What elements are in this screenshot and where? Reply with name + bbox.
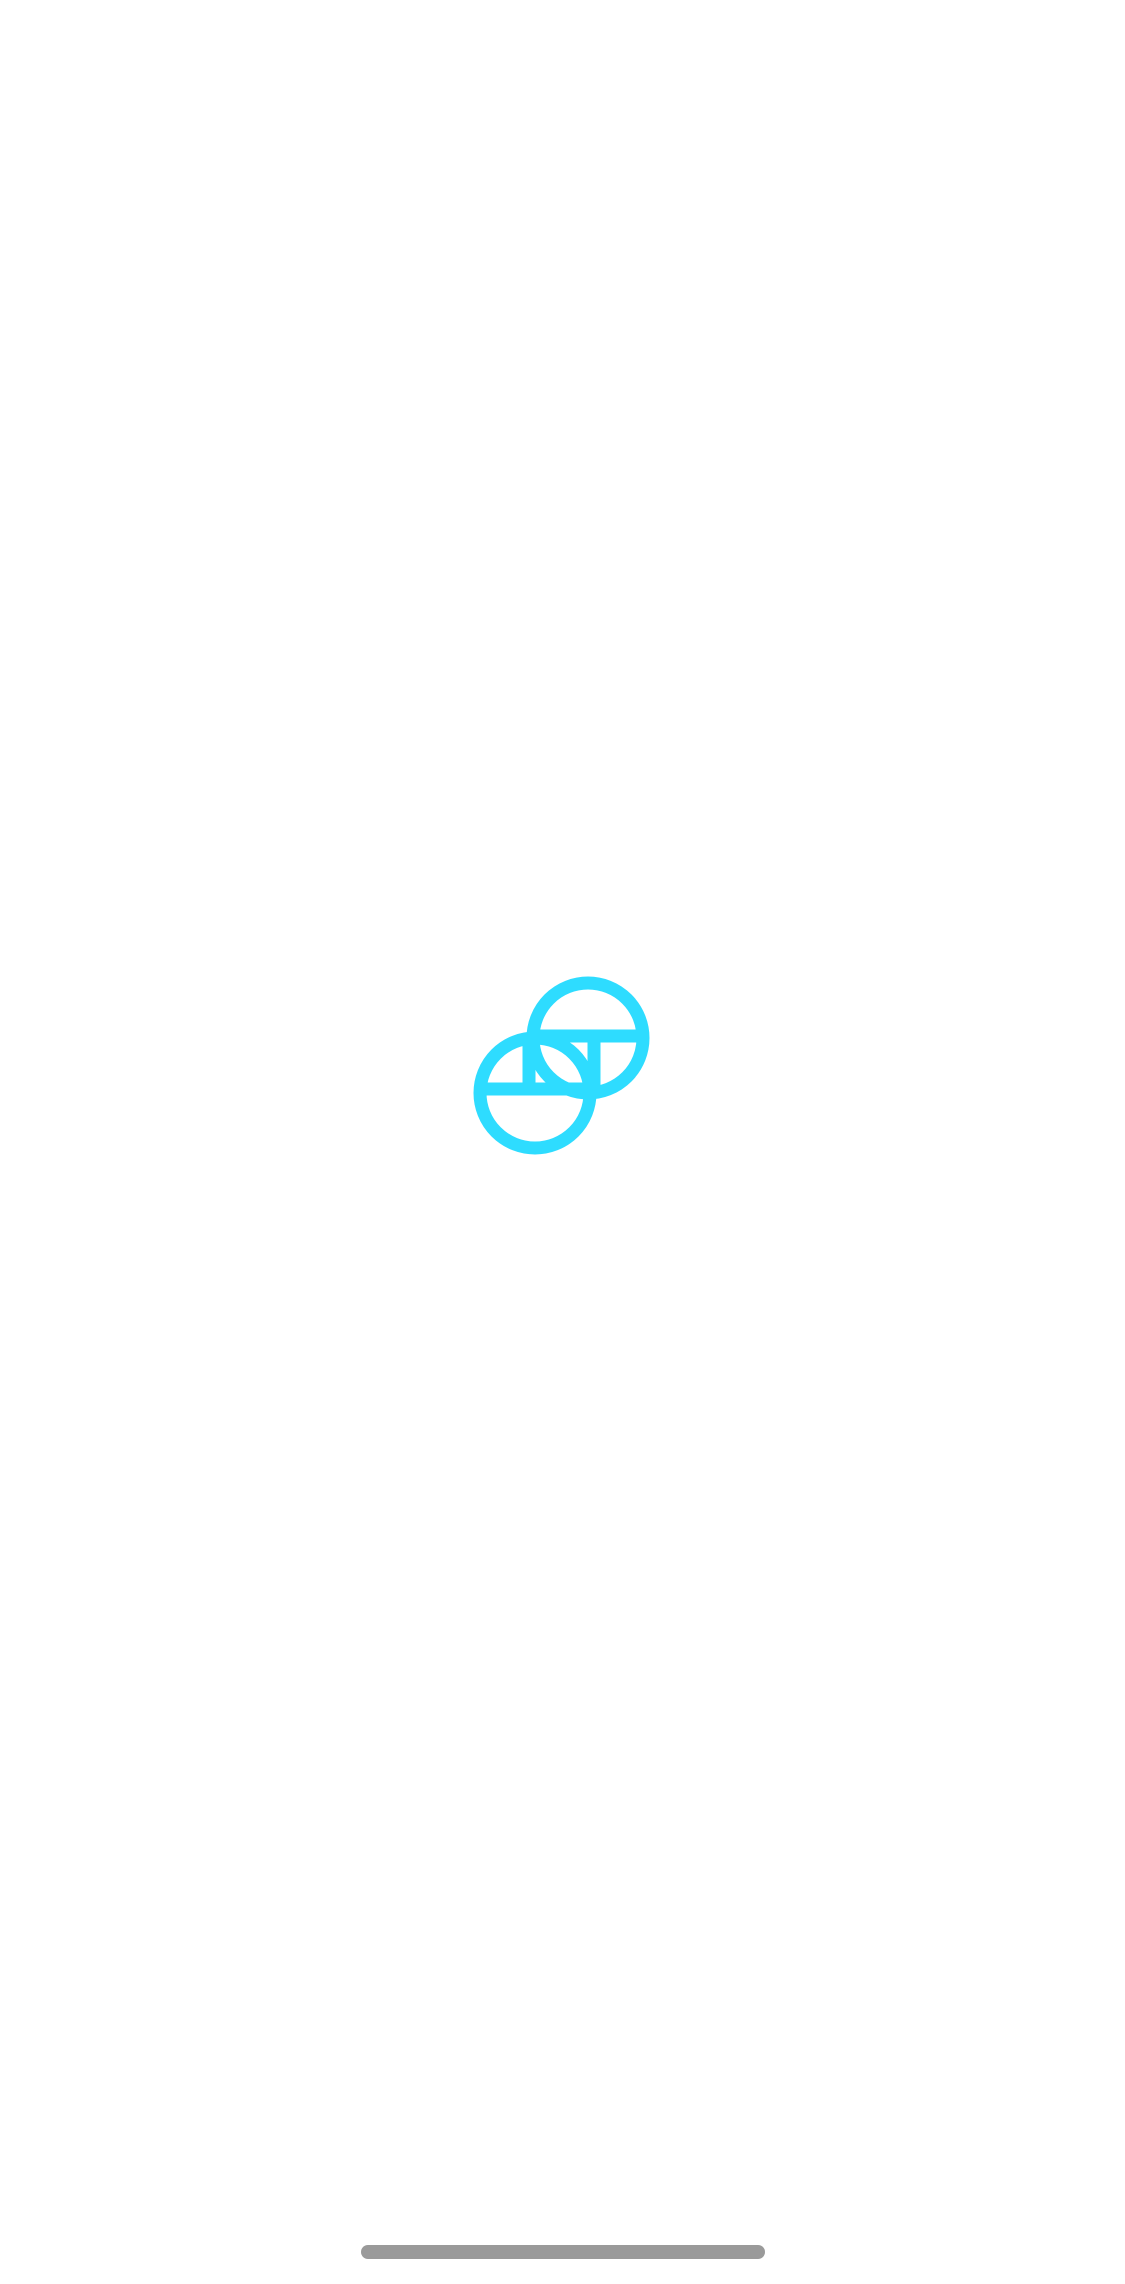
home-indicator[interactable] (361, 2245, 765, 2259)
gemini-logo-icon (472, 974, 652, 1158)
splash-screen (0, 0, 1125, 2284)
